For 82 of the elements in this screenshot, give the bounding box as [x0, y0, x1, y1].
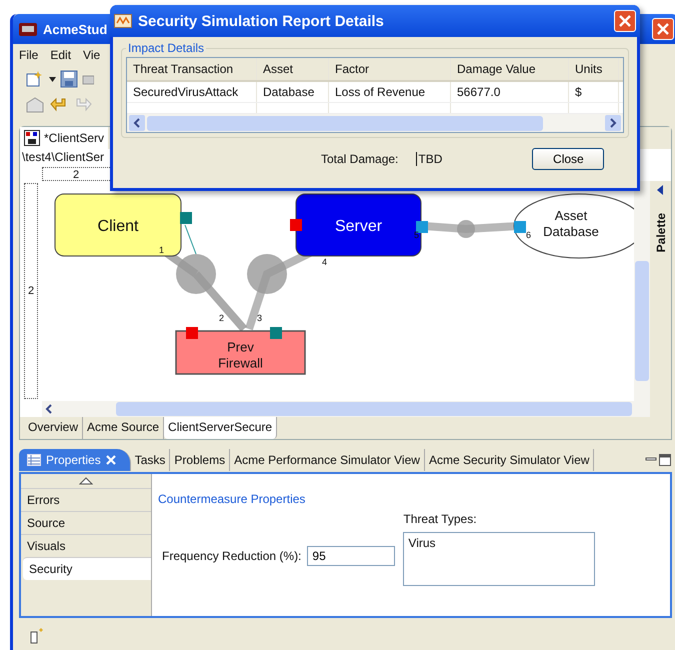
page-tab[interactable]: ClientServerSecure — [164, 417, 278, 439]
app-icon — [114, 14, 132, 28]
column-header[interactable]: Threat Transaction — [127, 58, 257, 80]
total-label: Total Damage: — [321, 152, 398, 166]
close-icon — [657, 23, 669, 35]
close-button[interactable] — [614, 10, 636, 32]
link-label: 4 — [322, 257, 328, 267]
column-header[interactable]: Damage Value — [451, 58, 569, 80]
node-label: Client — [98, 218, 139, 235]
view-tab[interactable]: Acme Security Simulator View — [424, 449, 594, 471]
frequency-field[interactable]: 95 — [307, 546, 396, 566]
table-cell: $ — [569, 82, 619, 102]
page-tab[interactable]: Overview — [24, 417, 84, 439]
maximize-icon[interactable] — [658, 453, 672, 467]
node-label: Prev Firewall — [218, 340, 264, 370]
file-path: \test4\ClientSer — [21, 149, 106, 166]
component-node[interactable] — [54, 194, 182, 256]
port-square — [186, 327, 198, 339]
close-icon[interactable] — [106, 455, 116, 465]
view-tab[interactable]: Acme Performance Simulator View — [230, 449, 425, 471]
port-square — [290, 219, 302, 231]
link-label: 2 — [219, 313, 224, 323]
table-icon — [27, 454, 41, 466]
collapse-arrow-icon[interactable] — [656, 185, 665, 195]
category-tab[interactable]: Security — [23, 557, 151, 580]
dialog-title: Security Simulation Report Details — [138, 12, 384, 30]
editor-tab[interactable]: *ClientServ — [20, 127, 108, 149]
scroll-left-icon[interactable] — [129, 115, 145, 131]
port-square — [180, 212, 192, 224]
close-icon — [619, 15, 631, 27]
dropdown-caret-icon[interactable] — [49, 76, 56, 82]
section-title: Countermeasure Properties — [158, 492, 306, 506]
close-button[interactable] — [652, 18, 674, 40]
field-label: Frequency Reduction (%): — [162, 549, 302, 563]
port-square — [416, 221, 428, 233]
column-header[interactable]: Units — [569, 58, 619, 80]
table-cell: SecuredVirusAttack — [127, 82, 257, 102]
close-button[interactable]: Close — [532, 148, 604, 170]
palette-label: Palette — [654, 213, 668, 252]
category-tab[interactable]: Source — [21, 511, 151, 534]
horizontal-scrollbar[interactable] — [42, 401, 650, 417]
palette-panel[interactable]: Palette — [650, 181, 671, 417]
save-icon[interactable] — [60, 70, 78, 88]
link-label: 6 — [526, 230, 532, 240]
view-tab[interactable]: Tasks — [130, 449, 170, 471]
attachment-line — [184, 224, 197, 254]
view-tab[interactable]: Properties — [19, 449, 131, 471]
asset-node[interactable] — [514, 194, 634, 258]
category-tab[interactable]: Errors — [21, 488, 151, 511]
menu-item[interactable]: Edit — [50, 48, 72, 62]
view-tab[interactable]: Problems — [170, 449, 230, 471]
link-label: 1 — [159, 245, 164, 255]
connector-node — [176, 254, 216, 294]
window-title: AcmeStud — [43, 22, 108, 36]
total-value: TBD — [416, 152, 442, 166]
table-cell: Loss of Revenue — [329, 82, 451, 102]
connector-node — [457, 220, 476, 238]
link-label: 3 — [257, 313, 262, 323]
scroll-right-icon[interactable] — [605, 115, 621, 131]
scroll-up-icon[interactable] — [79, 477, 93, 485]
app-icon — [19, 21, 37, 37]
connector-node — [247, 254, 288, 294]
column-header[interactable]: Asset — [257, 58, 329, 80]
link-label: 5 — [414, 230, 420, 240]
menu-item[interactable]: File — [19, 48, 38, 62]
column-header[interactable]: Factor — [329, 58, 451, 80]
table-cell: Database — [257, 82, 329, 102]
threat-types-field[interactable]: Virus — [403, 532, 596, 586]
firewall-node[interactable] — [175, 330, 306, 375]
vertical-scrollbar[interactable] — [634, 181, 650, 401]
diagram-icon — [24, 130, 40, 146]
menu-item[interactable]: Vie — [83, 48, 100, 62]
node-label: Asset Database — [543, 208, 599, 239]
group-title: Impact Details — [127, 41, 206, 55]
node-label: Server — [335, 218, 382, 235]
field-label: Threat Types: — [403, 512, 478, 526]
horizontal-scrollbar[interactable] — [127, 114, 623, 132]
table-cell: 56677.0 — [451, 82, 569, 102]
port-square — [270, 327, 282, 339]
vertical-ruler: 2 — [24, 183, 38, 399]
component-node[interactable] — [296, 194, 422, 256]
port-square — [514, 221, 526, 233]
